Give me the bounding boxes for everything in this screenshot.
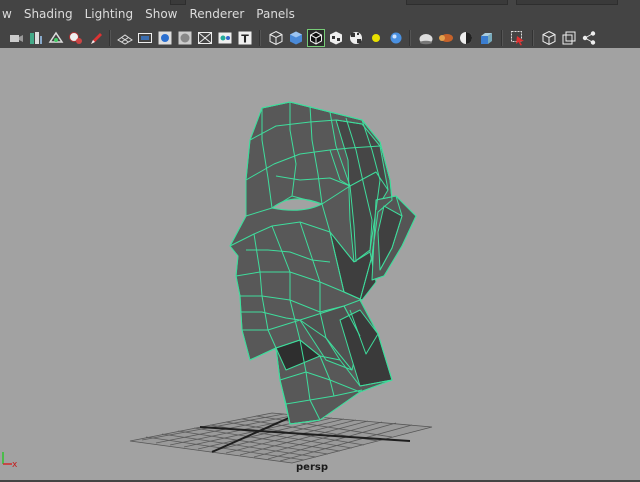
isolate-select-icon[interactable] [478,30,494,46]
view-axis-indicator: x [2,452,18,470]
camera-attributes-icon[interactable] [8,30,24,46]
shadows-icon[interactable] [368,30,384,46]
ground-grid [129,412,433,464]
camera-name-label: persp [296,462,328,473]
svg-text:T: T [241,33,249,46]
xray-icon[interactable] [541,30,557,46]
viewport-scene [129,101,433,464]
camera-select-icon[interactable] [28,30,44,46]
toolbar-separator [501,30,503,46]
depth-of-field-icon[interactable] [458,30,474,46]
top-field-stub [170,0,186,5]
safe-title-icon[interactable]: T [237,30,253,46]
safe-action-icon[interactable] [217,30,233,46]
resolution-gate-icon[interactable] [157,30,173,46]
toolbar-separator [259,30,261,46]
menu-panels[interactable]: Panels [250,0,301,28]
film-gate-icon[interactable] [137,30,153,46]
menu-view[interactable]: w [0,0,18,28]
menu-renderer[interactable]: Renderer [183,0,250,28]
x-axis-label: x [12,460,18,470]
toolbar-separator [109,30,111,46]
perspective-viewport[interactable]: x persp [0,48,640,480]
head-mesh [229,101,417,425]
wireframe-icon[interactable] [268,30,284,46]
multisample-icon[interactable] [438,30,454,46]
xray-components-icon[interactable] [581,30,597,46]
gate-mask-icon[interactable] [177,30,193,46]
menu-lighting[interactable]: Lighting [79,0,140,28]
panel-toolbar: T [0,28,640,49]
menu-shading[interactable]: Shading [18,0,79,28]
textured-icon[interactable] [328,30,344,46]
xray-joints-icon[interactable] [561,30,577,46]
motion-blur-icon[interactable] [418,30,434,46]
use-all-lights-icon[interactable] [348,30,364,46]
wireframe-on-shaded-icon[interactable] [307,29,325,47]
image-plane-icon[interactable] [68,30,84,46]
toolbar-separator [409,30,411,46]
grid-toggle-icon[interactable] [117,30,133,46]
ambient-occlusion-icon[interactable] [388,30,404,46]
toolbar-separator [532,30,534,46]
smooth-shade-icon[interactable] [288,30,304,46]
select-icon[interactable] [510,30,526,46]
field-chart-icon[interactable] [197,30,213,46]
bookmark-icon[interactable] [48,30,64,46]
grease-pencil-icon[interactable] [88,30,104,46]
top-field-stub [516,0,618,5]
top-field-stub [406,0,508,5]
